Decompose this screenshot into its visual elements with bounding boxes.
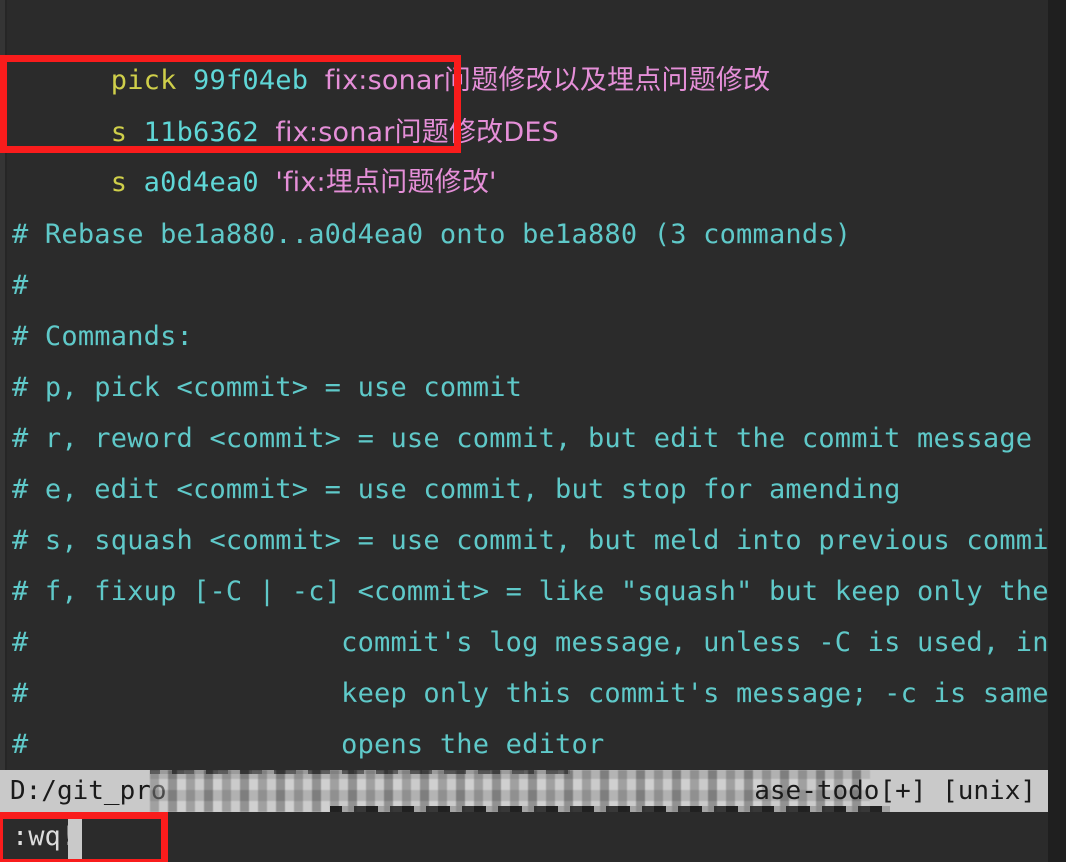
comment-line-fixup: # f, fixup [-C | -c] <commit> = like "sq… — [12, 576, 1048, 607]
comment-line-pick: # p, pick <commit> = use commit — [12, 372, 523, 403]
status-file-suffix: ase-todo[+] [unix] — [754, 770, 1036, 812]
vim-status-line: D:/git_pro ase-todo[+] [unix] — [0, 770, 1048, 812]
comment-line-commands-head: # Commands: — [12, 321, 194, 352]
rebase-todo-buffer[interactable]: pick 99f04eb fix:sonar问题修改以及埋点问题修改 s 11b… — [0, 0, 1048, 770]
comment-line-reword: # r, reword <commit> = use commit, but e… — [12, 423, 1033, 454]
status-file-format: [unix] — [942, 776, 1036, 806]
todo-line-squash-1[interactable]: s 11b6362 fix:sonar问题修改DES — [12, 58, 559, 148]
vim-command-line[interactable]: :wq! — [0, 812, 1048, 862]
comment-line-squash: # s, squash <commit> = use commit, but m… — [12, 525, 1048, 556]
vim-terminal-window[interactable]: pick 99f04eb fix:sonar问题修改以及埋点问题修改 s 11b… — [0, 0, 1066, 862]
text-cursor — [68, 816, 82, 860]
todo-command-keyword: s — [110, 167, 128, 198]
comment-line-edit: # e, edit <commit> = use commit, but sto… — [12, 474, 901, 505]
todo-line-squash-2[interactable]: s a0d4ea0 'fix:埋点问题修改' — [12, 108, 497, 198]
comment-line-fixup-cont-2: # keep only this commit's message; -c is… — [12, 678, 1048, 709]
comment-line-fixup-cont-3: # opens the editor — [12, 729, 605, 760]
comment-line-fixup-cont-1: # commit's log message, unless -C is use… — [12, 627, 1048, 658]
todo-commit-message: 'fix:埋点问题修改' — [275, 167, 497, 198]
comment-line-rebase-range: # Rebase be1a880..a0d4ea0 onto be1a880 (… — [12, 219, 852, 250]
todo-commit-hash: a0d4ea0 — [143, 167, 259, 198]
status-file-path: D:/git_pro — [10, 776, 167, 806]
terminal-right-edge — [1048, 0, 1066, 862]
comment-line-blank-1: # — [12, 270, 29, 301]
todo-line-pick[interactable]: pick 99f04eb fix:sonar问题修改以及埋点问题修改 — [12, 6, 770, 96]
status-file-name-tail: ase-todo[+] — [754, 776, 927, 806]
